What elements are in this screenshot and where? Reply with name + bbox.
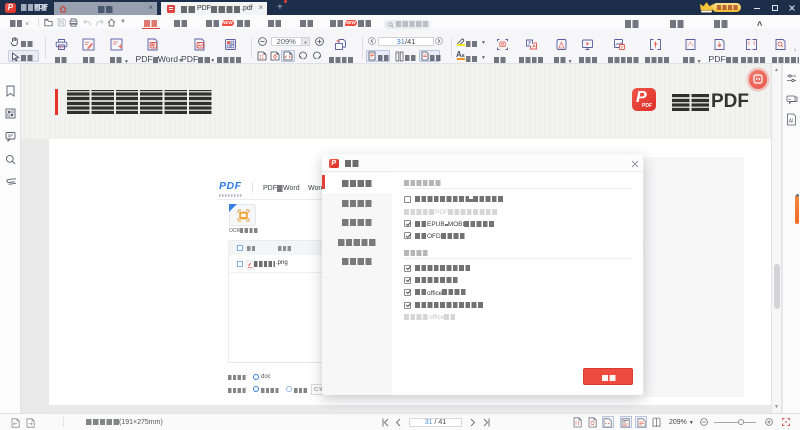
svg-text:••: •• bbox=[789, 98, 792, 102]
svg-text:11: 11 bbox=[259, 54, 264, 60]
svg-text:AI: AI bbox=[789, 119, 794, 125]
